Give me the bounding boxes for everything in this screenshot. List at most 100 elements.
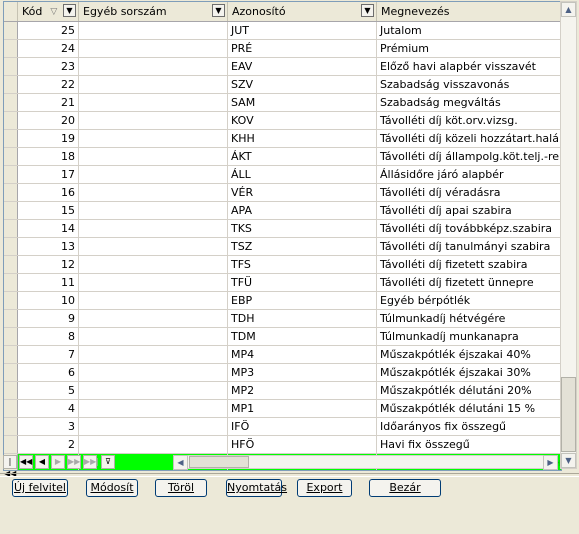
row-indicator[interactable]: [4, 220, 18, 237]
row-indicator[interactable]: [4, 148, 18, 165]
cell-kod[interactable]: 7: [18, 346, 79, 363]
cell-kod[interactable]: 24: [18, 40, 79, 57]
cell-azonosito[interactable]: MP4: [228, 346, 377, 363]
cell-azonosito[interactable]: TFS: [228, 256, 377, 273]
cell-azonosito[interactable]: IFÖ: [228, 418, 377, 435]
cell-megnevezes[interactable]: Műszakpótlék éjszakai 30%: [377, 364, 561, 381]
prev-page-icon[interactable]: ◀◀: [19, 455, 33, 469]
cell-kod[interactable]: 14: [18, 220, 79, 237]
next-page-icon[interactable]: ▶▶: [67, 455, 81, 469]
row-indicator[interactable]: [4, 166, 18, 183]
cell-azonosito[interactable]: MP3: [228, 364, 377, 381]
cell-megnevezes[interactable]: Távolléti díj fizetett ünnepre: [377, 274, 561, 291]
cell-kod[interactable]: 20: [18, 112, 79, 129]
cell-egyeb[interactable]: [79, 364, 228, 381]
table-row[interactable]: 7 MP4 Műszakpótlék éjszakai 40%: [4, 346, 561, 364]
cell-egyeb[interactable]: [79, 256, 228, 273]
table-row[interactable]: 9 TDH Túlmunkadíj hétvégére: [4, 310, 561, 328]
cell-egyeb[interactable]: [79, 220, 228, 237]
cell-egyeb[interactable]: [79, 76, 228, 93]
cell-egyeb[interactable]: [79, 40, 228, 57]
delete-button[interactable]: Töröl: [155, 479, 207, 497]
cell-egyeb[interactable]: [79, 112, 228, 129]
cell-azonosito[interactable]: APA: [228, 202, 377, 219]
cell-megnevezes[interactable]: Műszakpótlék délutáni 15 %: [377, 400, 561, 417]
table-row[interactable]: 17 ÁLL Állásidőre járó alapbér: [4, 166, 561, 184]
cell-egyeb[interactable]: [79, 238, 228, 255]
table-row[interactable]: 3 IFÖ Időarányos fix összegű: [4, 418, 561, 436]
table-row[interactable]: 21 SAM Szabadság megváltás: [4, 94, 561, 112]
cell-egyeb[interactable]: [79, 292, 228, 309]
cell-megnevezes[interactable]: Prémium: [377, 40, 561, 57]
cell-egyeb[interactable]: [79, 274, 228, 291]
table-row[interactable]: 20 KOV Távolléti díj köt.orv.vizsg.: [4, 112, 561, 130]
print-button[interactable]: Nyomtatás: [226, 479, 287, 497]
scroll-up-icon[interactable]: ▲: [561, 2, 576, 17]
row-indicator[interactable]: [4, 40, 18, 57]
cell-azonosito[interactable]: JUT: [228, 22, 377, 39]
scroll-right-icon[interactable]: ▶: [543, 455, 558, 470]
cell-azonosito[interactable]: TSZ: [228, 238, 377, 255]
table-row[interactable]: 12 TFS Távolléti díj fizetett szabira: [4, 256, 561, 274]
filter-icon[interactable]: ⊽: [101, 455, 115, 469]
cell-megnevezes[interactable]: Szabadság visszavonás: [377, 76, 561, 93]
cell-kod[interactable]: 22: [18, 76, 79, 93]
cell-azonosito[interactable]: TDM: [228, 328, 377, 345]
table-row[interactable]: 15 APA Távolléti díj apai szabira: [4, 202, 561, 220]
cell-kod[interactable]: 2: [18, 436, 79, 453]
vertical-scrollbar[interactable]: ▲ ▼: [560, 1, 577, 469]
row-indicator[interactable]: [4, 328, 18, 345]
table-row[interactable]: 5 MP2 Műszakpótlék délutáni 20%: [4, 382, 561, 400]
cell-kod[interactable]: 10: [18, 292, 79, 309]
modify-button[interactable]: Módosít: [86, 479, 138, 497]
table-row[interactable]: 23 EAV Előző havi alapbér visszavét: [4, 58, 561, 76]
cell-egyeb[interactable]: [79, 166, 228, 183]
cell-kod[interactable]: 8: [18, 328, 79, 345]
cell-kod[interactable]: 15: [18, 202, 79, 219]
cell-azonosito[interactable]: SZV: [228, 76, 377, 93]
cell-kod[interactable]: 13: [18, 238, 79, 255]
data-grid[interactable]: Kód ▽ ▼ Egyéb sorszám ▼ Azonosító ▼ Megn…: [3, 1, 562, 471]
row-indicator[interactable]: [4, 274, 18, 291]
row-indicator[interactable]: [4, 400, 18, 417]
column-header-kod[interactable]: Kód ▽ ▼: [18, 2, 79, 21]
cell-kod[interactable]: 11: [18, 274, 79, 291]
row-indicator[interactable]: [4, 238, 18, 255]
filter-dropdown-icon[interactable]: ▼: [212, 4, 225, 17]
cell-egyeb[interactable]: [79, 436, 228, 453]
row-indicator[interactable]: [4, 130, 18, 147]
filter-dropdown-icon[interactable]: ▼: [63, 4, 76, 17]
column-header-megnevezes[interactable]: Megnevezés: [377, 2, 561, 21]
cell-azonosito[interactable]: EBP: [228, 292, 377, 309]
cell-kod[interactable]: 12: [18, 256, 79, 273]
table-row[interactable]: 16 VÉR Távolléti díj véradásra: [4, 184, 561, 202]
table-row[interactable]: 14 TKS Távolléti díj továbbképz.szabira: [4, 220, 561, 238]
export-button[interactable]: Export: [297, 479, 352, 497]
cell-megnevezes[interactable]: Előző havi alapbér visszavét: [377, 58, 561, 75]
horizontal-scroll-thumb[interactable]: [189, 456, 249, 468]
cell-azonosito[interactable]: TFÜ: [228, 274, 377, 291]
table-row[interactable]: 4 MP1 Műszakpótlék délutáni 15 %: [4, 400, 561, 418]
table-row[interactable]: 8 TDM Túlmunkadíj munkanapra: [4, 328, 561, 346]
cell-megnevezes[interactable]: Távolléti díj apai szabira: [377, 202, 561, 219]
cell-megnevezes[interactable]: Túlmunkadíj hétvégére: [377, 310, 561, 327]
row-indicator[interactable]: [4, 202, 18, 219]
cell-megnevezes[interactable]: Távolléti díj közeli hozzátart.halála: [377, 130, 561, 147]
table-row[interactable]: 25 JUT Jutalom: [4, 22, 561, 40]
cell-kod[interactable]: 6: [18, 364, 79, 381]
cell-azonosito[interactable]: TDH: [228, 310, 377, 327]
row-indicator[interactable]: [4, 22, 18, 39]
cell-megnevezes[interactable]: Időarányos fix összegű: [377, 418, 561, 435]
first-record-icon[interactable]: |◀◀: [3, 455, 17, 478]
prev-record-icon[interactable]: ◀: [35, 455, 49, 469]
cell-megnevezes[interactable]: Szabadság megváltás: [377, 94, 561, 111]
cell-kod[interactable]: 19: [18, 130, 79, 147]
cell-kod[interactable]: 17: [18, 166, 79, 183]
row-indicator[interactable]: [4, 58, 18, 75]
row-indicator[interactable]: [4, 310, 18, 327]
column-header-azonosito[interactable]: Azonosító ▼: [228, 2, 377, 21]
cell-kod[interactable]: 9: [18, 310, 79, 327]
table-row[interactable]: 19 KHH Távolléti díj közeli hozzátart.halá…: [4, 130, 561, 148]
cell-azonosito[interactable]: KHH: [228, 130, 377, 147]
cell-megnevezes[interactable]: Távolléti díj továbbképz.szabira: [377, 220, 561, 237]
